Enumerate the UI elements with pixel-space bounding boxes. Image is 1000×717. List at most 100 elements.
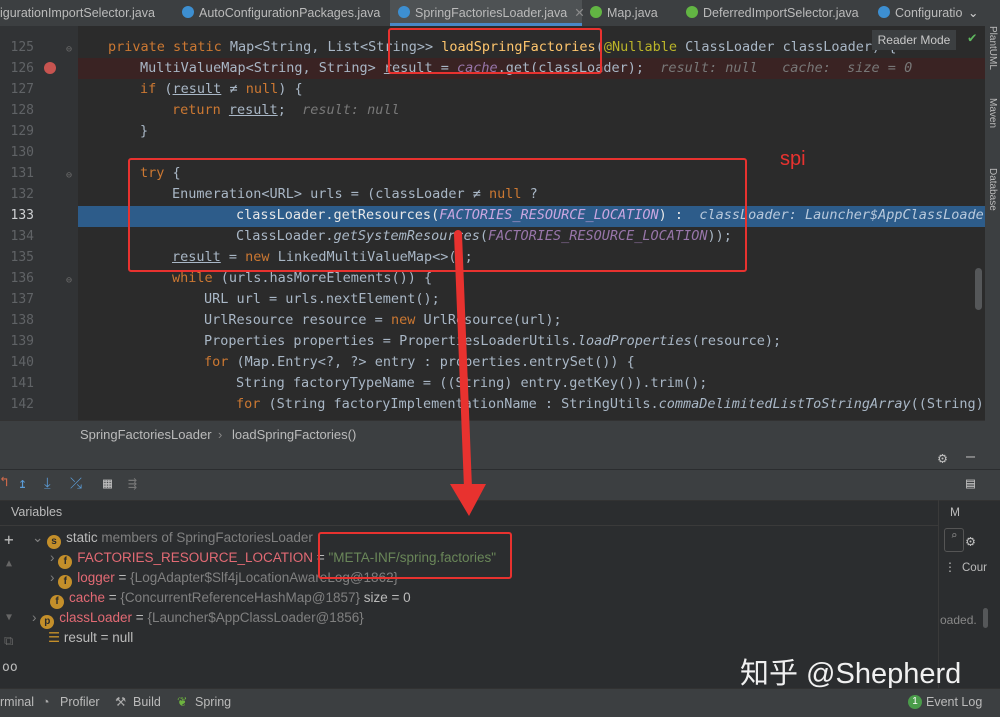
breadcrumb-method[interactable]: loadSpringFactories() <box>232 421 356 448</box>
close-icon[interactable]: ✕ <box>574 6 584 20</box>
glasses-icon[interactable]: oo <box>2 660 18 675</box>
variable-name: logger <box>77 570 115 585</box>
tab-configuration-import-selector[interactable]: igurationImportSelector.java <box>0 0 176 26</box>
step-over-icon[interactable]: ↥ <box>18 474 27 492</box>
chevron-right-icon: › <box>32 610 41 625</box>
code-token: ((String) <box>910 396 984 412</box>
tab-profiler[interactable]: Profiler <box>60 689 100 716</box>
breakpoint-icon[interactable] <box>44 62 56 74</box>
annotation-token: @Nullable <box>603 39 677 55</box>
add-watch-icon[interactable]: + <box>4 530 14 549</box>
line-number: 128 <box>10 103 34 118</box>
code-line-136[interactable]: while (urls.hasMoreElements()) { <box>172 270 432 286</box>
tree-label: = <box>96 630 113 645</box>
tab-spring[interactable]: Spring <box>195 689 231 716</box>
debug-header <box>0 447 1000 469</box>
variable-name: FACTORIES_RESOURCE_LOCATION <box>77 550 314 565</box>
code-token: null <box>245 81 279 97</box>
editor-scrollbar[interactable] <box>975 268 982 310</box>
fold-icon[interactable]: ⊖ <box>66 44 72 55</box>
divider <box>0 525 938 526</box>
tab-label: DeferredImportSelector.java <box>703 6 859 20</box>
tab-label: igurationImportSelector.java <box>0 6 155 20</box>
line-number: 131 <box>10 166 34 181</box>
tree-row-result[interactable]: ☰ result = null <box>48 630 133 646</box>
breadcrumb-class[interactable]: SpringFactoriesLoader <box>80 421 212 448</box>
field-icon: f <box>58 555 73 569</box>
layout-icon[interactable]: ▤ <box>966 474 975 492</box>
code-line-127[interactable]: if (result ≠ null) { <box>140 81 303 97</box>
line-number: 142 <box>10 397 34 412</box>
tab-terminal[interactable]: rminal <box>0 689 34 716</box>
tab-event-log[interactable]: Event Log <box>926 689 982 716</box>
force-step-icon[interactable]: ⤰ <box>70 474 82 492</box>
debug-toolbar <box>0 470 1000 501</box>
line-number: 129 <box>10 124 34 139</box>
inline-debug-value: result: null <box>302 102 400 118</box>
tree-row-cache[interactable]: f cache = {ConcurrentReferenceHashMap@185… <box>50 590 411 609</box>
line-number: 132 <box>10 187 34 202</box>
move-down-icon[interactable]: ▼ <box>6 612 12 623</box>
line-number: 137 <box>10 292 34 307</box>
step-out-icon[interactable]: ↰ <box>0 474 8 490</box>
code-token: private static <box>108 39 230 55</box>
tab-spring-factories-loader[interactable]: SpringFactoriesLoader.java ✕ <box>390 0 585 26</box>
variable-name: result <box>63 630 97 645</box>
code-line-129[interactable]: } <box>140 123 148 139</box>
variables-title: Variables <box>11 505 63 519</box>
copy-icon[interactable]: ⧉ <box>4 634 13 649</box>
search-icon[interactable]: ⌕ <box>944 528 964 552</box>
gear-icon[interactable]: ⚙ <box>938 449 947 467</box>
annotation-box-value <box>318 532 512 579</box>
code-token: (Map.Entry<?, ?> entry : properties.entr… <box>228 354 635 370</box>
code-line-142[interactable]: for (String factoryImplementationName : … <box>236 396 984 412</box>
fold-icon[interactable]: ⊖ <box>66 170 72 181</box>
line-number: 136 <box>10 271 34 286</box>
watches-tab[interactable]: M <box>950 505 960 519</box>
static-icon: s <box>47 535 62 549</box>
code-token: commaDelimitedListToStringArray <box>658 396 911 412</box>
console-tab[interactable]: Cour <box>962 562 987 574</box>
fold-icon[interactable]: ⊖ <box>66 275 72 286</box>
tree-row-class-loader[interactable]: › p classLoader = {Launcher$AppClassLoade… <box>32 610 364 629</box>
evaluate-icon[interactable]: ▦ <box>103 474 112 492</box>
tool-plantuml[interactable]: PlantUML <box>987 26 998 70</box>
tab-configuration[interactable]: Configuratio <box>878 0 968 26</box>
chevron-right-icon: › <box>50 550 59 565</box>
line-number: 125 <box>10 40 34 55</box>
code-token: MultiValueMap<String, String> <box>140 60 384 76</box>
code-token: ClassLoader classLoader) { <box>676 39 897 55</box>
settings-icon[interactable]: ⚙ <box>966 532 975 550</box>
tab-label: Map.java <box>607 6 658 20</box>
tab-list-chevron-icon[interactable]: ⌄ <box>968 0 986 26</box>
tab-auto-configuration-packages[interactable]: AutoConfigurationPackages.java <box>182 0 382 26</box>
code-token: loadProperties <box>577 333 692 349</box>
reader-mode-button[interactable]: Reader Mode <box>872 30 956 50</box>
code-line-137[interactable]: URL url = urls.nextElement(); <box>204 291 440 307</box>
code-line-128[interactable]: return result; result: null <box>172 102 400 118</box>
more-icon[interactable]: ⋮ <box>944 560 956 574</box>
console-scrollbar[interactable] <box>983 608 988 628</box>
tool-database[interactable]: Database <box>987 168 998 211</box>
tab-deferred-import-selector[interactable]: DeferredImportSelector.java <box>686 0 866 26</box>
tree-row-static-members[interactable]: ⌄ s static members of SpringFactoriesLoad… <box>32 530 313 549</box>
code-token: new <box>390 312 416 328</box>
tab-build[interactable]: Build <box>133 689 161 716</box>
code-token: return <box>172 102 229 118</box>
annotation-spi-label: spi <box>780 148 806 170</box>
check-icon: ✔ <box>968 30 977 46</box>
tab-map[interactable]: Map.java <box>590 0 670 26</box>
move-up-icon[interactable]: ▲ <box>6 558 12 569</box>
minimize-icon[interactable]: — <box>966 447 975 465</box>
breadcrumb-separator-icon: › <box>218 427 223 442</box>
tool-maven[interactable]: Maven <box>987 98 998 128</box>
variable-extra: size = 0 <box>360 590 411 605</box>
step-into-icon[interactable]: ⤓ <box>44 474 51 492</box>
code-line-140[interactable]: for (Map.Entry<?, ?> entry : properties.… <box>204 354 635 370</box>
tree-label: static <box>66 530 98 545</box>
code-token: ≠ <box>221 81 246 97</box>
trace-icon[interactable]: ⇶ <box>128 474 137 492</box>
chevron-right-icon: › <box>50 570 59 585</box>
line-number: 127 <box>10 82 34 97</box>
code-line-138[interactable]: UrlResource resource = new UrlResource(u… <box>204 312 562 328</box>
